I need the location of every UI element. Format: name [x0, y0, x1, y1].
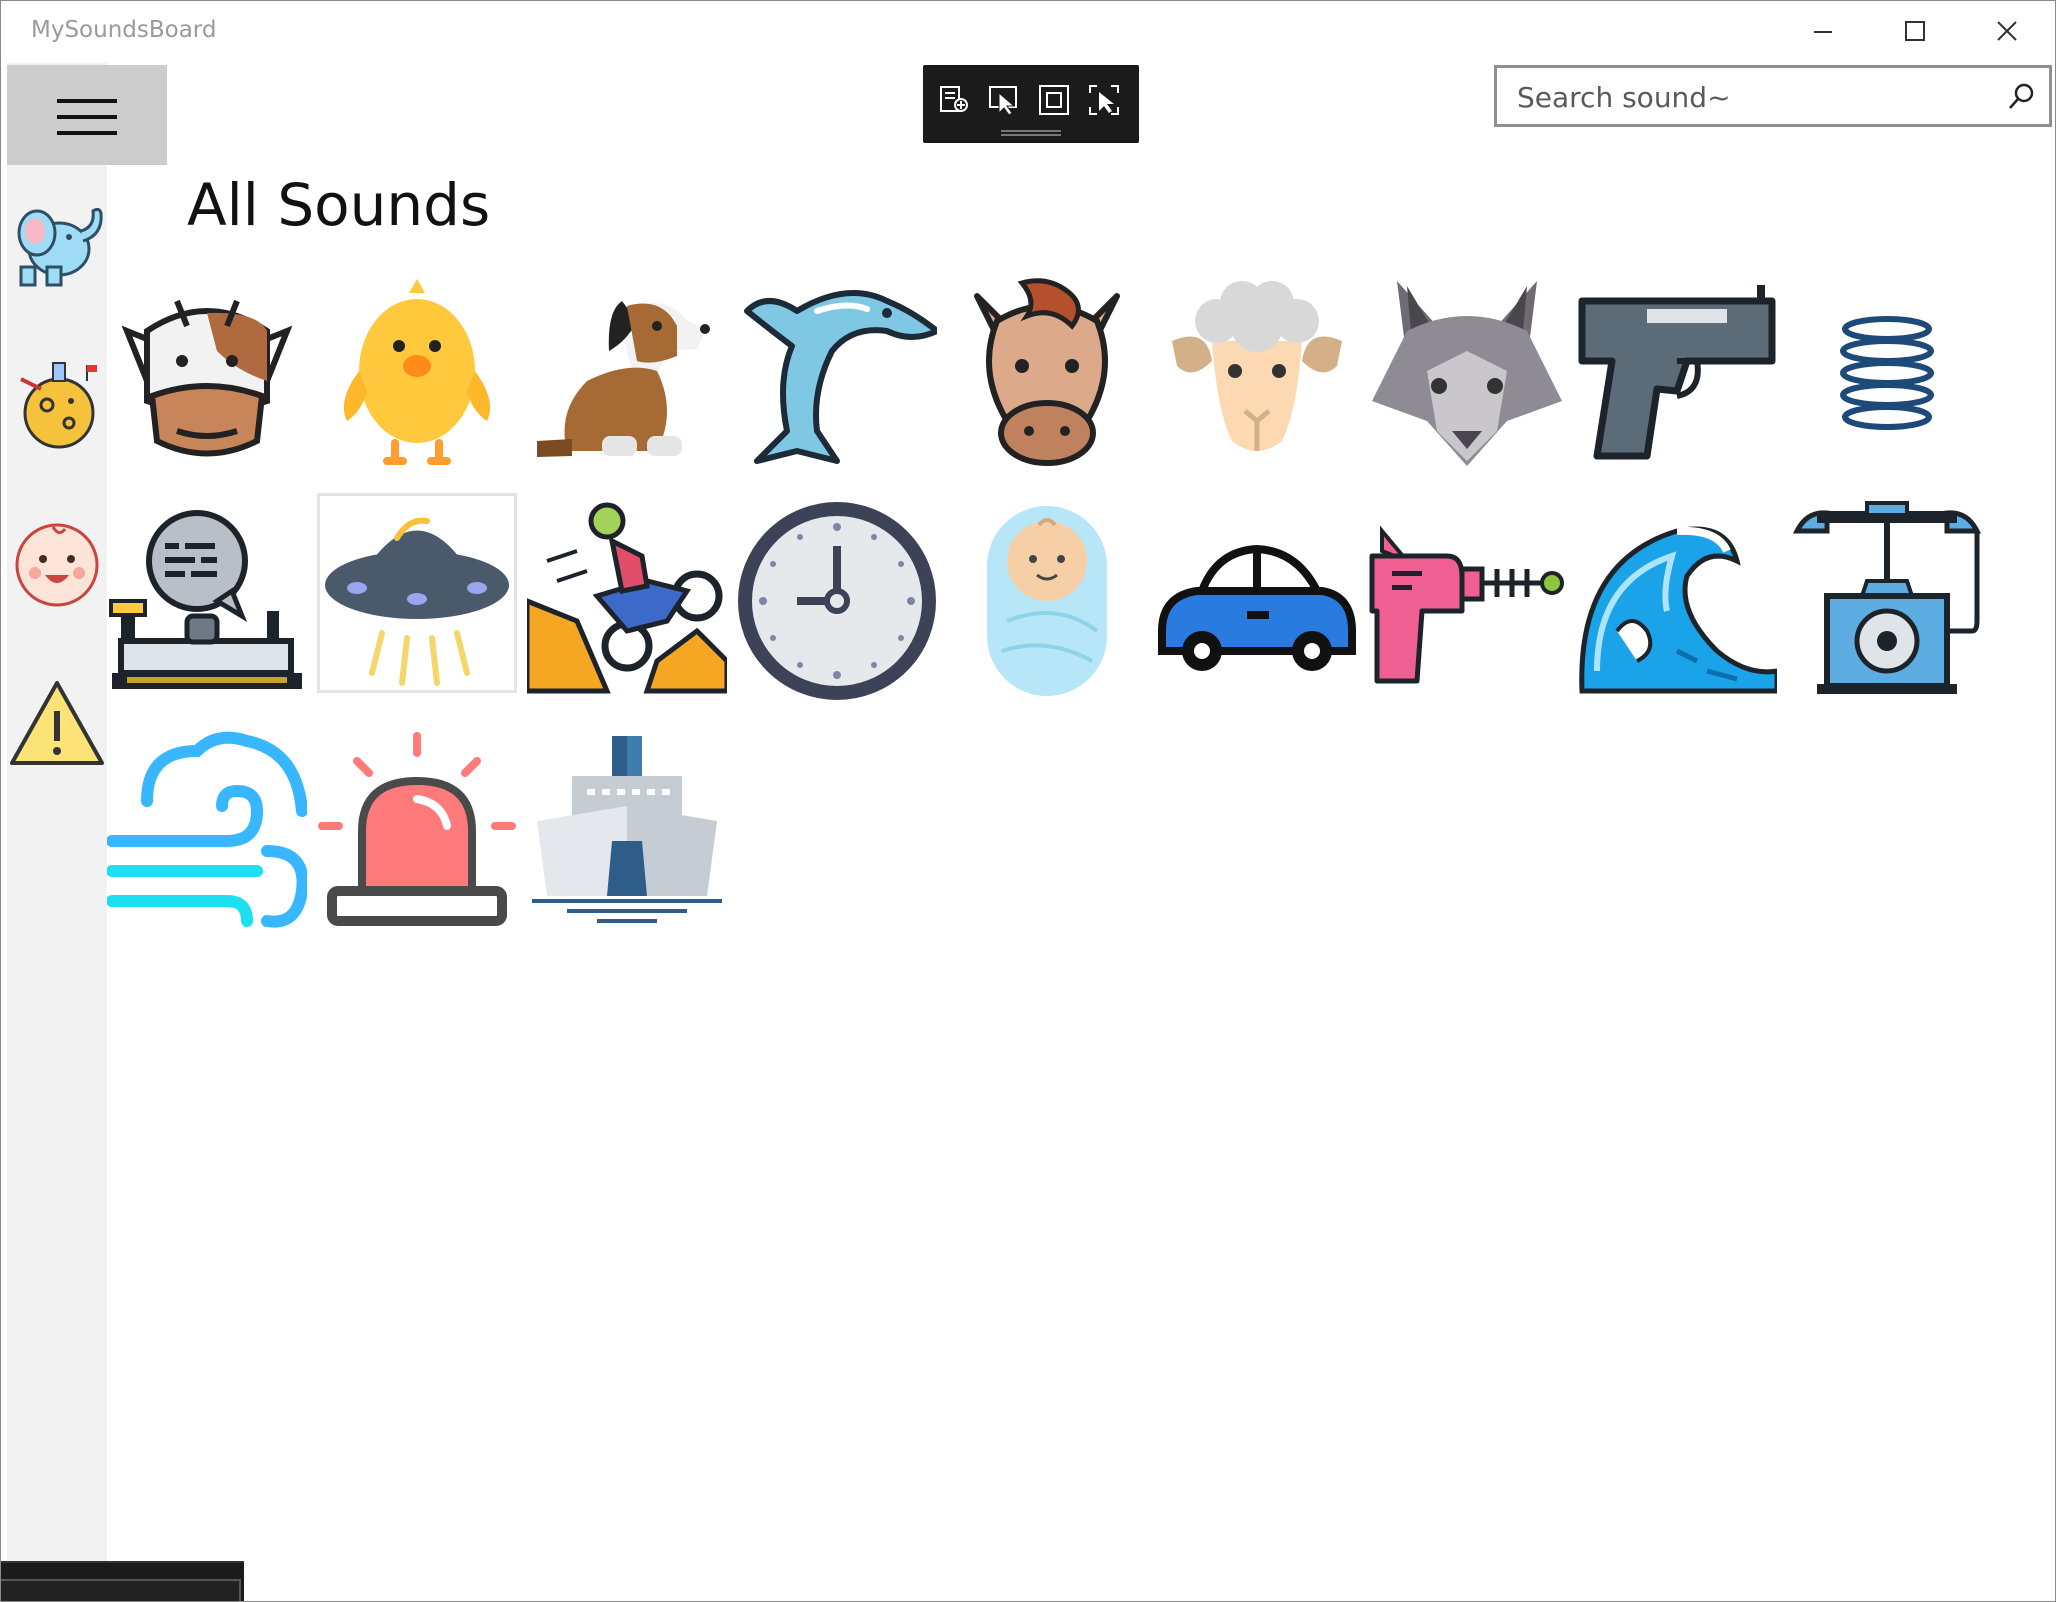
sheep-icon: [1172, 281, 1342, 451]
telegraph-icon: [109, 510, 302, 689]
taskbar-fragment: [1, 1561, 244, 1601]
warning-icon: [10, 681, 104, 765]
sound-tile-cow[interactable]: [107, 271, 307, 471]
sound-tile-pistol[interactable]: [1577, 271, 1777, 471]
sound-tile-siren[interactable]: [317, 731, 517, 931]
ufo-icon: [325, 517, 509, 686]
sound-tile-ship[interactable]: [527, 731, 727, 931]
clock-icon: [738, 502, 936, 700]
motocross-icon: [527, 502, 727, 694]
close-icon: [1997, 21, 2017, 41]
maximize-icon: [1905, 21, 1925, 41]
toolbar-grip[interactable]: [1001, 130, 1061, 136]
nav-item-baby[interactable]: [7, 513, 107, 613]
elephant-icon: [17, 207, 103, 287]
sound-tile-baby[interactable]: [947, 501, 1147, 701]
sound-tile-clock[interactable]: [737, 501, 937, 701]
nav-item-warning[interactable]: [7, 673, 107, 773]
siren-icon: [318, 732, 516, 926]
sound-tile-horse[interactable]: [947, 271, 1147, 471]
track-focused-element-icon[interactable]: [1087, 83, 1121, 117]
sound-tile-telephone[interactable]: [1787, 501, 1987, 701]
debug-toolbar: [923, 65, 1139, 143]
dolphin-icon: [744, 290, 937, 464]
maximize-button[interactable]: [1870, 1, 1962, 63]
display-layout-adorners-icon[interactable]: [1037, 83, 1071, 117]
page-title: All Sounds: [187, 171, 491, 239]
sound-tile-wind[interactable]: [107, 731, 307, 931]
live-visual-tree-icon[interactable]: [937, 83, 971, 117]
nav-item-moon[interactable]: [7, 353, 107, 453]
nav-pane: [7, 63, 107, 1601]
title-bar: MySoundsBoard: [1, 1, 2055, 63]
wind-icon: [107, 731, 307, 928]
rotary-telephone-icon: [1792, 501, 1982, 694]
minimize-icon: [1814, 31, 1832, 33]
spring-icon: [1840, 316, 1934, 430]
sound-tile-dog[interactable]: [527, 271, 727, 471]
wolf-icon: [1372, 281, 1562, 466]
sound-tile-sheep[interactable]: [1157, 271, 1357, 471]
moon-planet-icon: [20, 362, 97, 449]
sound-tile-wolf[interactable]: [1367, 271, 1567, 471]
horse-icon: [974, 278, 1120, 466]
sound-tile-ray-gun[interactable]: [1367, 501, 1567, 701]
search-icon[interactable]: [2007, 82, 2037, 112]
sound-tile-ufo[interactable]: [317, 493, 517, 693]
close-button[interactable]: [1962, 1, 2054, 63]
minimize-button[interactable]: [1778, 1, 1870, 63]
sound-tile-wave[interactable]: [1577, 501, 1777, 701]
nav-item-elephant[interactable]: [7, 191, 107, 291]
cow-icon: [121, 299, 293, 457]
chick-icon: [343, 279, 491, 465]
sound-tile-chick[interactable]: [317, 271, 517, 471]
ray-gun-icon: [1369, 525, 1564, 684]
hamburger-menu-button[interactable]: [7, 65, 167, 165]
ship-icon: [532, 736, 722, 923]
baby-face-icon: [15, 523, 99, 607]
dog-icon: [537, 301, 710, 457]
sound-tile-car[interactable]: [1157, 501, 1357, 701]
pistol-icon: [1578, 285, 1776, 460]
search-box[interactable]: [1494, 65, 2052, 127]
select-element-icon[interactable]: [987, 83, 1021, 117]
app-title: MySoundsBoard: [31, 17, 217, 43]
car-icon: [1158, 544, 1356, 671]
sound-tile-dolphin[interactable]: [737, 271, 937, 471]
swaddled-baby-icon: [987, 506, 1107, 696]
sound-tile-telegraph[interactable]: [107, 501, 307, 701]
wave-icon: [1579, 526, 1777, 694]
app-window: MySoundsBoard Search sound~ All Sounds: [0, 0, 2056, 1602]
sound-tile-spring[interactable]: [1787, 271, 1987, 471]
sound-tile-motocross[interactable]: [527, 501, 727, 701]
search-input[interactable]: [1515, 76, 1979, 118]
